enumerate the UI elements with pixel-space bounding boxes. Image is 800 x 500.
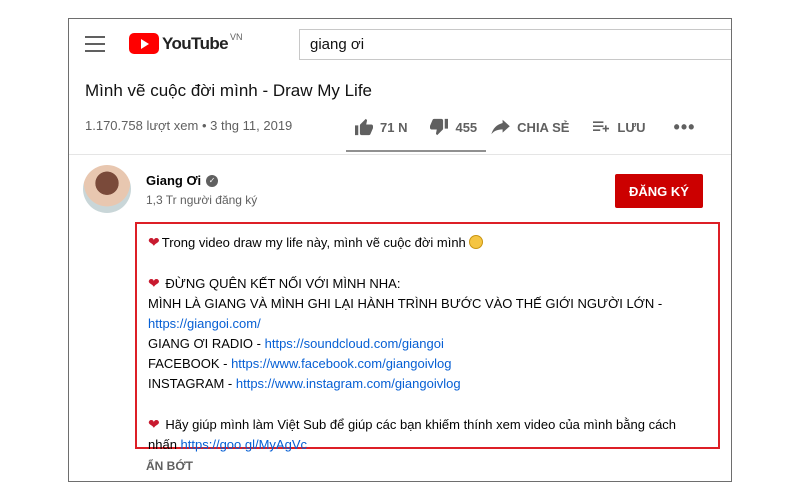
dislike-button[interactable]: 455 — [429, 118, 477, 136]
description-text: ĐỪNG QUÊN KẾT NỐI VỚI MÌNH NHA: — [165, 276, 401, 291]
facebook-link[interactable]: https://www.facebook.com/giangoivlog — [231, 356, 451, 371]
facebook-label: FACEBOOK - — [148, 356, 232, 371]
description-line: MÌNH LÀ GIANG VÀ MÌNH GHI LẠI HÀNH TRÌNH… — [148, 296, 663, 311]
description-text: Trong video draw my life này, mình vẽ cu… — [161, 235, 466, 250]
video-actions: 71 N 455 CHIA SẺ LƯU ••• — [354, 115, 695, 139]
more-actions-icon[interactable]: ••• — [674, 118, 696, 136]
instagram-label: INSTAGRAM - — [148, 376, 236, 391]
website-link[interactable]: https://giangoi.com/ — [148, 316, 261, 331]
like-button[interactable]: 71 N — [354, 118, 407, 136]
description-line: ❤ Trong video draw my life này, mình vẽ c… — [148, 232, 708, 253]
instagram-link[interactable]: https://www.instagram.com/giangoivlog — [236, 376, 461, 391]
description-line: nhấn https://goo.gl/MyAgVc — [148, 435, 708, 455]
playlist-add-icon — [593, 121, 610, 132]
smile-emoji-icon — [468, 235, 483, 249]
subscribe-button[interactable]: ĐĂNG KÝ — [615, 174, 703, 208]
like-ratio-bar — [346, 150, 486, 152]
description-line: FACEBOOK - https://www.facebook.com/gian… — [148, 354, 708, 374]
view-count-date: 1.170.758 lượt xem • 3 thg 11, 2019 — [85, 118, 293, 133]
heart-icon: ❤ — [148, 234, 160, 250]
video-title: Mình vẽ cuộc đời mình - Draw My Life — [85, 81, 373, 100]
masthead: YouTube VN giang ơi — [69, 19, 731, 69]
like-count: 71 N — [380, 119, 408, 135]
description-line: INSTAGRAM - https://www.instagram.com/gi… — [148, 374, 708, 394]
radio-label: GIANG ƠI RADIO - — [148, 336, 265, 351]
youtube-window: YouTube VN giang ơi Mình vẽ cuộc đời mìn… — [68, 18, 732, 482]
description-box: ❤ Trong video draw my life này, mình vẽ c… — [135, 222, 720, 452]
verified-icon: ✓ — [206, 174, 219, 187]
save-button[interactable]: LƯU — [591, 119, 646, 135]
divider — [69, 154, 731, 155]
soundcloud-link[interactable]: https://soundcloud.com/giangoi — [265, 336, 444, 351]
description-text: Hãy giúp mình làm Việt Sub để giúp các b… — [165, 417, 677, 432]
region-label: VN — [230, 31, 243, 42]
search-input[interactable]: giang ơi — [299, 29, 731, 60]
thumbs-up-icon — [355, 118, 373, 136]
share-icon — [491, 119, 510, 135]
show-less-button[interactable]: ẨN BỚT — [146, 459, 193, 473]
description-line: https://giangoi.com/ — [148, 314, 708, 334]
description-line: ❤ Hãy giúp mình làm Việt Sub để giúp các… — [148, 414, 708, 435]
channel-name-text: Giang Ơi — [146, 173, 202, 188]
channel-name[interactable]: Giang Ơi ✓ — [146, 173, 219, 188]
channel-avatar[interactable] — [83, 165, 131, 213]
share-button[interactable]: CHIA SẺ — [491, 119, 569, 135]
play-icon — [129, 33, 159, 54]
heart-icon: ❤ — [148, 275, 160, 291]
share-label: CHIA SẺ — [517, 119, 570, 135]
dislike-count: 455 — [455, 119, 478, 135]
youtube-logo[interactable]: YouTube VN — [129, 31, 243, 54]
thumbs-down-icon — [430, 118, 449, 136]
menu-icon[interactable] — [85, 36, 105, 52]
subscriber-count: 1,3 Tr người đăng ký — [146, 193, 258, 207]
viet-sub-link[interactable]: https://goo.gl/MyAgVc — [181, 437, 307, 452]
heart-icon: ❤ — [148, 416, 160, 432]
logo-text: YouTube — [162, 33, 229, 53]
description-line: ❤ ĐỪNG QUÊN KẾT NỐI VỚI MÌNH NHA: — [148, 273, 708, 294]
description-text: nhấn — [148, 437, 181, 452]
description-line: GIANG ƠI RADIO - https://soundcloud.com/… — [148, 334, 708, 354]
save-label: LƯU — [617, 119, 646, 135]
